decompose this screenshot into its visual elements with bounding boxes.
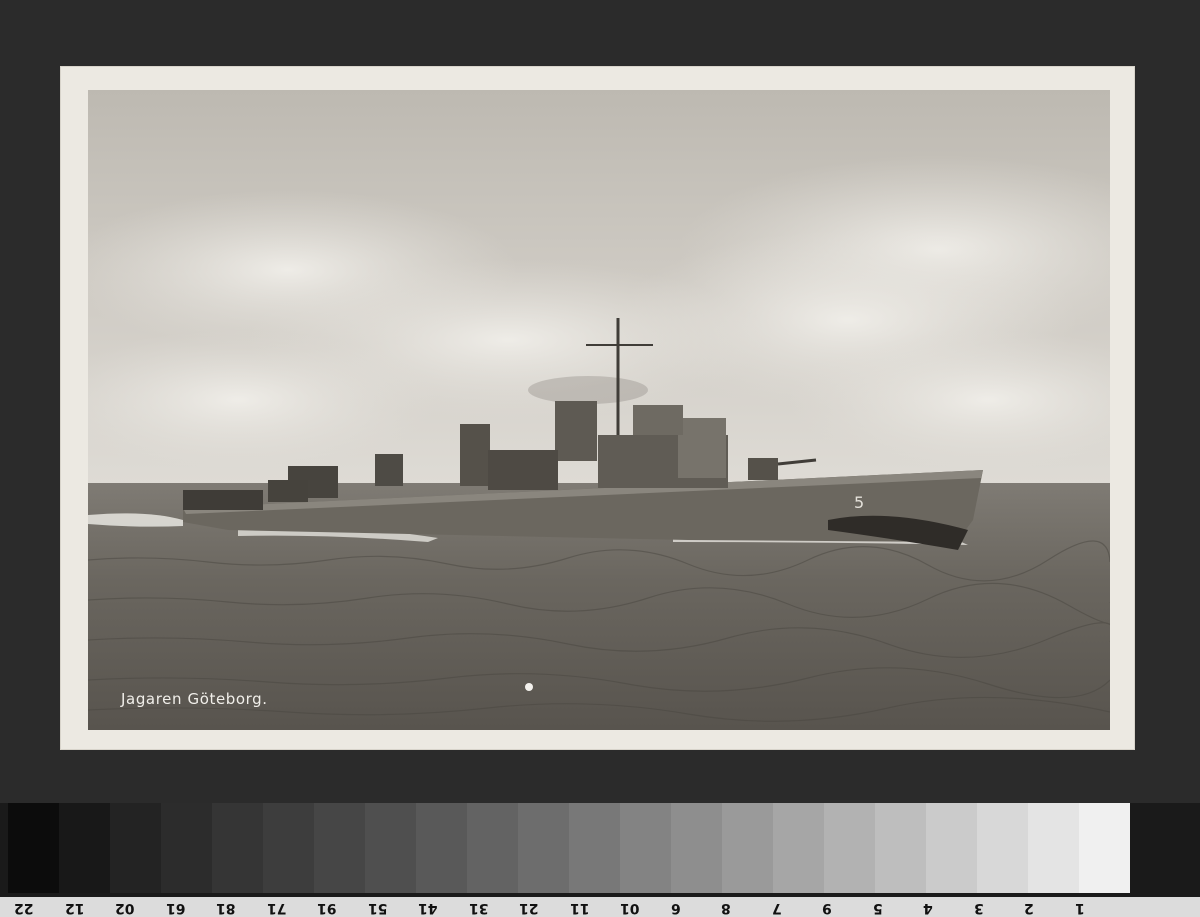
gray-scale-strip (0, 803, 1200, 897)
gray-patch (8, 803, 59, 893)
scale-number: 9 (822, 900, 832, 916)
gray-patch (977, 803, 1028, 893)
gray-patch (365, 803, 416, 893)
scale-number: 71 (266, 900, 286, 916)
gray-patch (824, 803, 875, 893)
scale-number: 2 (1024, 900, 1034, 916)
hull-number: 5 (854, 493, 864, 512)
gray-patch (1079, 803, 1130, 893)
gray-patch (671, 803, 722, 893)
gray-patch (1028, 803, 1079, 893)
ship-photograph: 5 (88, 90, 1110, 730)
scale-number: 6 (670, 900, 681, 916)
scale-number-strip: 22 12 02 61 81 71 91 51 41 31 21 11 01 6 8 7 9 5 4 3 2 1 (0, 897, 1200, 917)
scale-number: 51 (367, 900, 387, 916)
gray-patch (518, 803, 569, 893)
gray-patch (263, 803, 314, 893)
scale-number: 41 (418, 900, 438, 916)
gray-patch (722, 803, 773, 893)
scale-number: 21 (519, 900, 539, 916)
scale-number: 1 (1074, 900, 1085, 916)
gray-patch (110, 803, 161, 893)
scale-number: 91 (317, 900, 337, 916)
gray-patch (875, 803, 926, 893)
scale-number: 81 (216, 900, 236, 916)
scale-number: 12 (64, 900, 84, 916)
gray-patch (212, 803, 263, 893)
scale-number: 01 (620, 900, 640, 916)
scale-number: 31 (468, 900, 488, 916)
scale-number: 22 (14, 900, 34, 916)
gray-patch (314, 803, 365, 893)
gray-patch (467, 803, 518, 893)
scale-number: 61 (165, 900, 185, 916)
gray-patch (926, 803, 977, 893)
photo-caption: Jagaren Göteborg. (121, 690, 268, 708)
dust-speck (525, 683, 533, 691)
scale-number: 11 (569, 900, 589, 916)
gray-patch (161, 803, 212, 893)
scale-number: 3 (973, 900, 984, 916)
gray-patch (569, 803, 620, 893)
scale-number: 4 (923, 900, 933, 916)
scale-number: 02 (115, 900, 135, 916)
gray-patch (59, 803, 110, 893)
scale-number: 5 (872, 900, 883, 916)
scale-number: 7 (771, 900, 782, 916)
scale-number: 8 (721, 900, 731, 916)
gray-patch (620, 803, 671, 893)
gray-patch (773, 803, 824, 893)
gray-patch (416, 803, 467, 893)
